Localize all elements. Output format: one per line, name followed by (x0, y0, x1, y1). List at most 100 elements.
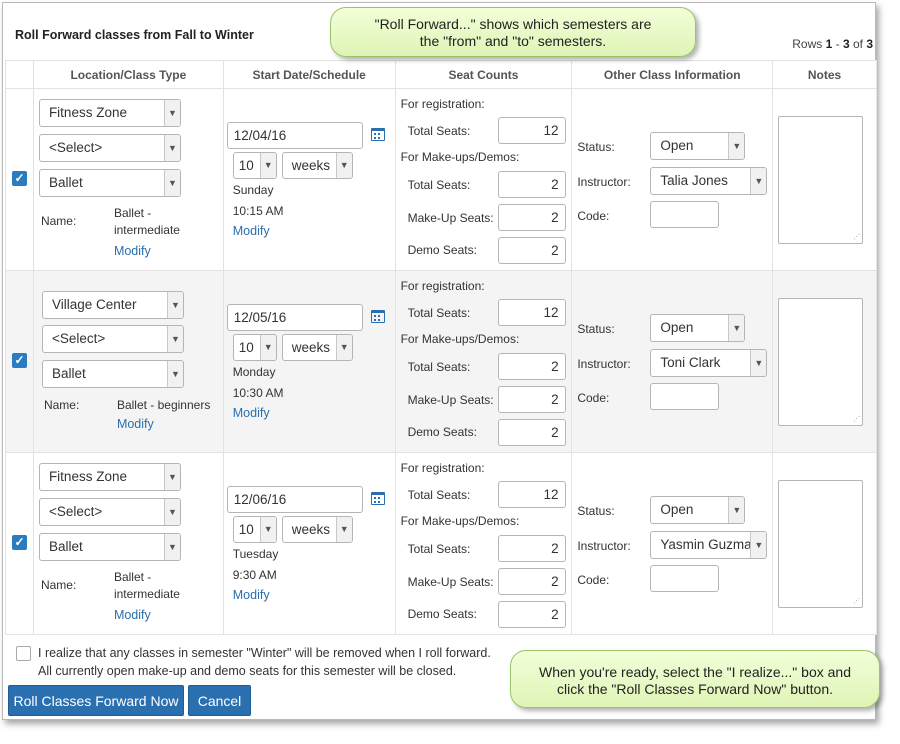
demo-seats-input[interactable]: 2 (497, 237, 566, 264)
column-header-notes: Notes (772, 60, 877, 89)
schedule-time: 10:15 AM (232, 204, 284, 218)
makeup-seats-input[interactable]: 2 (497, 568, 566, 595)
demo-seats-input[interactable]: 2 (497, 419, 566, 446)
chevron-down-icon: ▼ (163, 464, 180, 490)
makeup-seats-label: Make-Up Seats: (407, 211, 494, 225)
notes-textarea[interactable]: ⋰ (778, 116, 864, 244)
modify-schedule-link[interactable]: Modify (233, 224, 270, 238)
code-label: Code: (577, 573, 610, 587)
class-type-select[interactable]: Ballet ▼ (41, 360, 184, 388)
modify-schedule-link[interactable]: Modify (233, 406, 270, 420)
class-name: Ballet - (113, 570, 152, 584)
schedule-day: Sunday (232, 183, 274, 197)
makeup-seats-input[interactable]: 2 (497, 204, 566, 231)
class-name: Ballet - (113, 206, 152, 220)
makeup-seats-label: Make-Up Seats: (407, 393, 494, 407)
column-header-seat-counts: Seat Counts (394, 60, 573, 89)
status-label: Status: (577, 140, 615, 154)
chevron-down-icon: ▼ (335, 335, 352, 360)
calendar-icon[interactable] (370, 492, 385, 505)
duration-unit-select[interactable]: weeks ▼ (281, 334, 353, 361)
category-select[interactable]: <Select> ▼ (41, 325, 184, 353)
for-registration-label: For registration: (400, 279, 485, 293)
duration-count-select[interactable]: 10 ▼ (232, 152, 277, 179)
chevron-down-icon: ▼ (259, 517, 276, 542)
instructor-select[interactable]: Toni Clark ▼ (650, 349, 768, 377)
total-seats-label: Total Seats: (407, 542, 471, 556)
total-seats-label: Total Seats: (407, 488, 471, 502)
start-date-field[interactable]: 12/05/16 (226, 304, 363, 331)
roll-forward-button[interactable]: Roll Classes Forward Now (8, 685, 184, 716)
category-select[interactable]: <Select> ▼ (38, 498, 181, 526)
location-select[interactable]: Fitness Zone ▼ (38, 99, 181, 127)
class-type-select[interactable]: Ballet ▼ (38, 169, 181, 197)
status-label: Status: (577, 322, 615, 336)
code-input[interactable] (650, 383, 720, 410)
makeup-total-seats-input[interactable]: 2 (497, 171, 566, 198)
modify-link[interactable]: Modify (114, 608, 151, 622)
row-checkbox[interactable]: ✓ (12, 535, 27, 550)
agree-checkbox[interactable] (16, 646, 31, 661)
class-type-select[interactable]: Ballet ▼ (38, 533, 181, 561)
name-label: Name: (40, 578, 77, 592)
registration-total-seats-input[interactable]: 12 (497, 117, 566, 144)
code-label: Code: (577, 209, 610, 223)
name-label: Name: (40, 214, 77, 228)
resize-grip-icon: ⋰ (853, 416, 861, 423)
duration-unit-select[interactable]: weeks ▼ (281, 152, 353, 179)
start-date-field[interactable]: 12/06/16 (226, 486, 363, 513)
category-select[interactable]: <Select> ▼ (38, 134, 181, 162)
status-label: Status: (577, 504, 615, 518)
notes-textarea[interactable]: ⋰ (778, 480, 864, 608)
modify-link[interactable]: Modify (117, 417, 154, 431)
modify-schedule-link[interactable]: Modify (233, 588, 270, 602)
status-select[interactable]: Open ▼ (650, 314, 746, 342)
cancel-button[interactable]: Cancel (188, 685, 251, 716)
demo-seats-label: Demo Seats: (407, 243, 477, 257)
location-select[interactable]: Village Center ▼ (41, 291, 184, 319)
chevron-down-icon: ▼ (163, 135, 180, 161)
for-registration-label: For registration: (400, 97, 485, 111)
agree-label-line1: I realize that any classes in semester "… (38, 646, 491, 660)
makeup-total-seats-input[interactable]: 2 (497, 535, 566, 562)
location-select[interactable]: Fitness Zone ▼ (38, 463, 181, 491)
chevron-down-icon: ▼ (335, 153, 352, 178)
chevron-down-icon: ▼ (163, 170, 180, 196)
class-name: Ballet - beginners (116, 398, 211, 412)
calendar-icon[interactable] (370, 128, 385, 141)
row-checkbox[interactable]: ✓ (12, 353, 27, 368)
instructor-select[interactable]: Talia Jones ▼ (650, 167, 768, 195)
for-registration-label: For registration: (400, 461, 485, 475)
chevron-down-icon: ▼ (259, 335, 276, 360)
notes-textarea[interactable]: ⋰ (778, 298, 864, 426)
chevron-down-icon: ▼ (166, 361, 183, 387)
makeup-seats-input[interactable]: 2 (497, 386, 566, 413)
start-date-field[interactable]: 12/04/16 (226, 122, 363, 149)
status-select[interactable]: Open ▼ (650, 132, 746, 160)
schedule-time: 10:30 AM (232, 386, 284, 400)
classes-table: Location/Class Type Start Date/Schedule … (5, 60, 877, 635)
chevron-down-icon: ▼ (728, 133, 745, 159)
duration-unit-select[interactable]: weeks ▼ (281, 516, 353, 543)
instructor-label: Instructor: (577, 175, 631, 189)
registration-total-seats-input[interactable]: 12 (497, 481, 566, 508)
demo-seats-input[interactable]: 2 (497, 601, 566, 628)
registration-total-seats-input[interactable]: 12 (497, 299, 566, 326)
duration-count-select[interactable]: 10 ▼ (232, 516, 277, 543)
demo-seats-label: Demo Seats: (407, 425, 477, 439)
code-label: Code: (577, 391, 610, 405)
makeup-total-seats-input[interactable]: 2 (497, 353, 566, 380)
duration-count-select[interactable]: 10 ▼ (232, 334, 277, 361)
code-input[interactable] (650, 565, 720, 592)
roll-forward-panel: Roll Forward classes from Fall to Winter… (2, 2, 877, 720)
instructor-select[interactable]: Yasmin Guzma ▼ (650, 531, 768, 559)
calendar-icon[interactable] (370, 310, 385, 323)
modify-link[interactable]: Modify (114, 244, 151, 258)
status-select[interactable]: Open ▼ (650, 496, 746, 524)
row-checkbox[interactable]: ✓ (12, 171, 27, 186)
table-row: ✓ Fitness Zone ▼ <Select> ▼ Ballet ▼ Name: … (5, 88, 877, 271)
chevron-down-icon: ▼ (750, 532, 767, 558)
class-name-cont: intermediate (113, 223, 180, 237)
makeups-demos-label: For Make-ups/Demos: (400, 150, 520, 164)
code-input[interactable] (650, 201, 720, 228)
